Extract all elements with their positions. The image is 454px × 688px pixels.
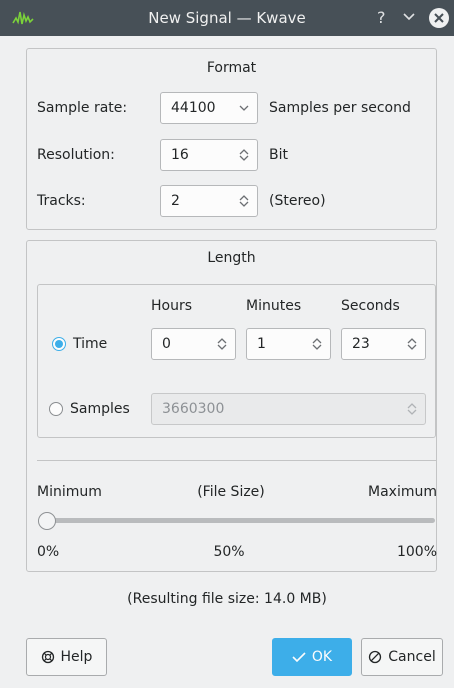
percent-0-label: 0% (37, 544, 60, 560)
file-size-slider-track[interactable] (38, 518, 435, 523)
hours-spinbox[interactable]: 0 (151, 328, 236, 360)
sample-rate-combo[interactable]: 44100 (160, 92, 258, 124)
resolution-value: 16 (171, 147, 189, 163)
length-group-title: Length (207, 250, 256, 266)
samples-spinbox[interactable]: 3660300 (151, 393, 426, 425)
cancel-button[interactable]: Cancel (361, 638, 443, 676)
slider-mid-label: (File Size) (197, 484, 265, 500)
samples-radio[interactable] (49, 402, 63, 416)
close-button[interactable] (429, 8, 449, 28)
context-help-button[interactable]: ? (377, 8, 386, 27)
minimize-button[interactable] (402, 4, 416, 32)
file-size-slider-handle[interactable] (38, 512, 56, 530)
spin-arrows-icon[interactable] (217, 338, 227, 350)
seconds-spinbox[interactable]: 23 (341, 328, 426, 360)
slider-max-label: Maximum (368, 484, 437, 500)
tracks-note: (Stereo) (269, 193, 326, 209)
chevron-down-icon (403, 13, 415, 21)
percent-100-label: 100% (396, 544, 437, 560)
percent-50-label: 50% (213, 544, 245, 560)
help-button[interactable]: Help (26, 638, 107, 676)
slider-min-label: Minimum (37, 484, 102, 500)
close-icon (434, 13, 444, 23)
hours-value: 0 (162, 336, 171, 352)
format-group-title: Format (206, 60, 257, 76)
time-radio[interactable] (52, 337, 66, 351)
tracks-spinbox[interactable]: 2 (160, 185, 258, 217)
spin-arrows-icon[interactable] (407, 338, 417, 350)
minutes-header: Minutes (246, 298, 302, 314)
minutes-spinbox[interactable]: 1 (246, 328, 331, 360)
chevron-down-icon (239, 105, 249, 111)
resulting-file-size: (Resulting file size: 14.0 MB) (127, 591, 327, 607)
resolution-unit: Bit (269, 147, 288, 163)
ok-button-label: OK (311, 649, 333, 665)
hours-header: Hours (151, 298, 193, 314)
sample-rate-unit: Samples per second (269, 100, 411, 116)
sample-rate-value: 44100 (171, 100, 216, 116)
ok-button[interactable]: OK (272, 638, 352, 676)
samples-radio-label[interactable]: Samples (70, 401, 130, 417)
tracks-label: Tracks: (37, 193, 86, 209)
help-icon (41, 650, 54, 664)
resolution-label: Resolution: (37, 147, 115, 163)
help-button-label: Help (60, 649, 93, 665)
window-title: New Signal — Kwave (148, 9, 306, 27)
title-bar[interactable]: New Signal — Kwave ? (0, 0, 454, 36)
resolution-spinbox[interactable]: 16 (160, 139, 258, 171)
minutes-value: 1 (257, 336, 266, 352)
time-radio-label[interactable]: Time (73, 336, 107, 352)
cancel-button-label: Cancel (388, 649, 436, 665)
samples-value: 3660300 (162, 401, 225, 417)
checkmark-icon (292, 652, 306, 663)
sample-rate-label: Sample rate: (37, 100, 128, 116)
spin-arrows-icon[interactable] (239, 195, 249, 207)
spin-arrows-icon[interactable] (239, 149, 249, 161)
tracks-value: 2 (171, 193, 180, 209)
seconds-header: Seconds (341, 298, 400, 314)
spin-arrows-icon (407, 403, 417, 415)
divider (37, 460, 436, 461)
spin-arrows-icon[interactable] (312, 338, 322, 350)
cancel-icon (369, 650, 382, 664)
seconds-value: 23 (352, 336, 370, 352)
